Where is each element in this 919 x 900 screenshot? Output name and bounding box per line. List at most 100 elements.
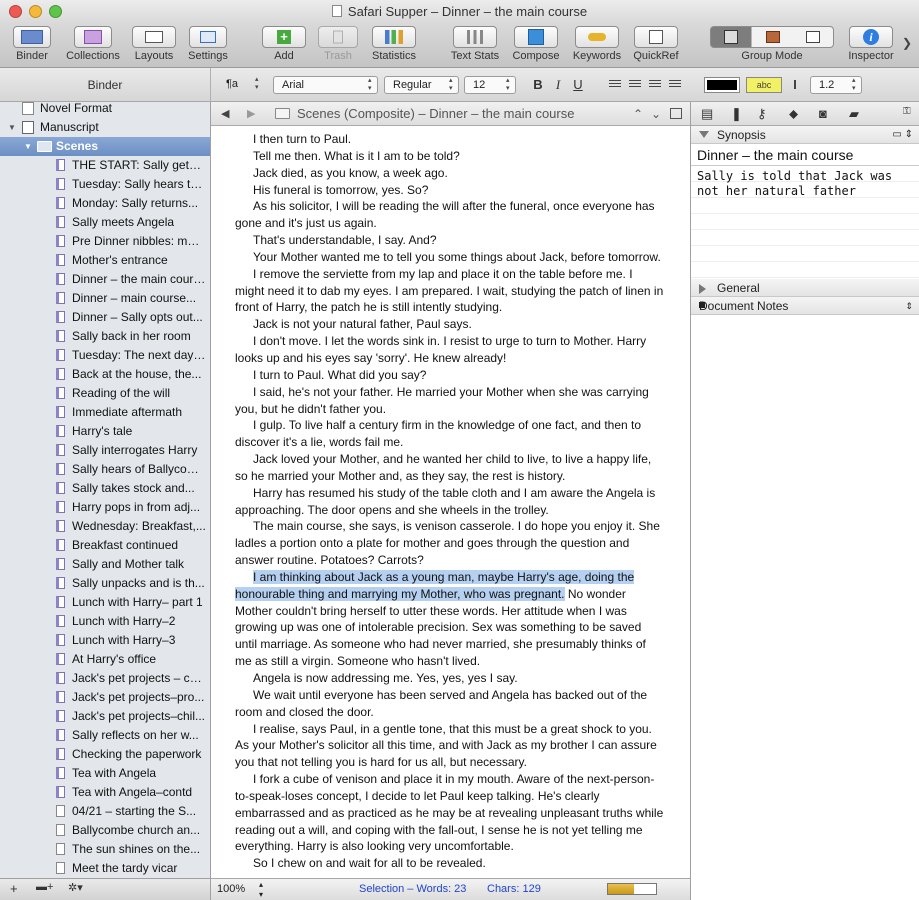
synopsis-mode-toggle[interactable]: ▭ ⇕: [892, 126, 913, 144]
split-editor-icon[interactable]: [670, 108, 682, 119]
group-mode-control[interactable]: Group Mode: [710, 26, 834, 62]
font-family-select[interactable]: Arial: [273, 76, 378, 94]
layouts-button[interactable]: Layouts: [130, 26, 178, 62]
binder-item[interactable]: Jack's pet projects–pro...: [0, 688, 210, 707]
binder-item[interactable]: THE START: Sally gets the...: [0, 156, 210, 175]
binder-item[interactable]: Novel Format: [0, 102, 210, 118]
underline-button[interactable]: U: [569, 76, 587, 94]
binder-item[interactable]: Tuesday: The next day:...: [0, 346, 210, 365]
bookmarks-tab-icon[interactable]: ❚: [731, 106, 742, 122]
editor-paragraph[interactable]: Tell me then. What is it I am to be told…: [235, 148, 665, 165]
editor-paragraph[interactable]: I remove the serviette from my lap and p…: [235, 266, 665, 317]
editor-paragraph[interactable]: I fork a cube of venison and place it in…: [235, 771, 665, 855]
text-editor[interactable]: I then turn to Paul. Tell me then. What i…: [211, 126, 690, 878]
keywords-button[interactable]: Keywords: [570, 26, 624, 62]
synopsis-title-field[interactable]: Dinner – the main course: [691, 144, 919, 166]
editor-paragraph[interactable]: The main course, she says, is venison ca…: [235, 518, 665, 569]
synopsis-section-header[interactable]: Synopsis ▭ ⇕: [691, 126, 919, 144]
binder-item[interactable]: At Harry's office: [0, 650, 210, 669]
binder-item[interactable]: Pre Dinner nibbles: meet...: [0, 232, 210, 251]
binder-item[interactable]: Immediate aftermath: [0, 403, 210, 422]
editor-paragraph[interactable]: I am thinking about Jack as a young man,…: [235, 569, 665, 670]
notes-tab-icon[interactable]: ▤: [701, 106, 713, 122]
editor-paragraph[interactable]: Your Mother wanted me to tell you some t…: [235, 249, 665, 266]
binder-item[interactable]: Harry pops in from adj...: [0, 498, 210, 517]
editor-paragraph[interactable]: I realise, says Paul, in a gentle tone, …: [235, 721, 665, 772]
document-notes-field[interactable]: [691, 315, 919, 900]
paragraph-style-select[interactable]: ¶a: [218, 76, 264, 94]
binder-item[interactable]: Monday: Sally returns...: [0, 194, 210, 213]
binder-item[interactable]: Lunch with Harry– part 1: [0, 593, 210, 612]
trash-button[interactable]: Trash: [316, 26, 360, 62]
editor-paragraph[interactable]: That's understandable, I say. And?: [235, 232, 665, 249]
add-button[interactable]: + Add: [262, 26, 306, 62]
binder-item[interactable]: Sally interrogates Harry: [0, 441, 210, 460]
add-folder-button[interactable]: ▬+: [36, 881, 53, 893]
editor-paragraph[interactable]: I turn to Paul. What did you say?: [235, 367, 665, 384]
editor-paragraph[interactable]: His funeral is tomorrow, yes. So?: [235, 182, 665, 199]
binder-item[interactable]: Sally reflects on her w...: [0, 726, 210, 745]
justify-button[interactable]: [666, 76, 684, 94]
down-arrow-icon[interactable]: ⌄: [651, 102, 661, 126]
binder-item[interactable]: Sally takes stock and...: [0, 479, 210, 498]
binder-item[interactable]: Checking the paperwork: [0, 745, 210, 764]
editor-paragraph[interactable]: I then turn to Paul.: [235, 131, 665, 148]
comments-icon[interactable]: ▰: [849, 106, 859, 122]
collections-button[interactable]: Collections: [62, 26, 124, 62]
binder-item[interactable]: Tuesday: Sally hears that...: [0, 175, 210, 194]
up-arrow-icon[interactable]: ⌃: [633, 102, 643, 126]
disclosure-triangle-icon[interactable]: ▼: [24, 137, 32, 156]
binder-item[interactable]: Sally unpacks and is th...: [0, 574, 210, 593]
snapshots-camera-icon[interactable]: ◙: [819, 106, 827, 121]
editor-paragraph[interactable]: Jack is not your natural father, Paul sa…: [235, 316, 665, 333]
text-stats-button[interactable]: Text Stats: [448, 26, 502, 62]
binder-item[interactable]: Dinner – main course...: [0, 289, 210, 308]
binder-item[interactable]: Wednesday: Breakfast,...: [0, 517, 210, 536]
editor-text[interactable]: I then turn to Paul. Tell me then. What i…: [235, 131, 665, 872]
italic-button[interactable]: I: [549, 76, 567, 94]
metadata-key-icon[interactable]: ⚷: [757, 106, 767, 122]
tag-icon[interactable]: ⬥: [789, 106, 798, 122]
binder-item[interactable]: Meet the tardy vicar: [0, 859, 210, 878]
binder-item[interactable]: Lunch with Harry–2: [0, 612, 210, 631]
statistics-button[interactable]: Statistics: [368, 26, 420, 62]
document-notes-header[interactable]: Document Notes ⇕: [691, 297, 919, 315]
editor-paragraph[interactable]: We wait until everyone has been served a…: [235, 687, 665, 721]
editor-paragraph[interactable]: Harry has resumed his study of the table…: [235, 485, 665, 519]
editor-paragraph[interactable]: Angela is now addressing me. Yes, yes, y…: [235, 670, 665, 687]
synopsis-text-field[interactable]: Sally is told that Jack was not her natu…: [691, 166, 919, 286]
editor-paragraph[interactable]: I said, he's not your father. He married…: [235, 384, 665, 418]
toolbar-overflow-icon[interactable]: ❯: [902, 36, 912, 50]
binder-item[interactable]: Sally and Mother talk: [0, 555, 210, 574]
align-left-button[interactable]: [606, 76, 624, 94]
editor-paragraph[interactable]: Jack died, as you know, a week ago.: [235, 165, 665, 182]
align-center-button[interactable]: [626, 76, 644, 94]
binder-item[interactable]: Dinner – the main course: [0, 270, 210, 289]
binder-item[interactable]: Back at the house, the...: [0, 365, 210, 384]
binder-item[interactable]: Sally hears of Ballycom...: [0, 460, 210, 479]
binder-item[interactable]: ▼ Scenes: [0, 137, 210, 156]
forward-arrow-icon[interactable]: ▶: [247, 102, 255, 126]
align-right-button[interactable]: [646, 76, 664, 94]
binder-item[interactable]: Harry's tale: [0, 422, 210, 441]
binder-item[interactable]: Jack's pet projects–chil...: [0, 707, 210, 726]
editor-paragraph[interactable]: I don't move. I let the words sink in. I…: [235, 333, 665, 367]
binder-item[interactable]: Dinner – Sally opts out...: [0, 308, 210, 327]
settings-button[interactable]: Settings: [184, 26, 232, 62]
inspector-button[interactable]: i Inspector: [846, 26, 896, 62]
binder-gear-button[interactable]: ✲▾: [68, 881, 83, 894]
binder-item[interactable]: Lunch with Harry–3: [0, 631, 210, 650]
lock-icon[interactable]: ⚿: [903, 106, 911, 117]
close-window-button[interactable]: [9, 5, 22, 18]
editor-paragraph[interactable]: I gulp. To live half a century firm in t…: [235, 417, 665, 451]
binder-item[interactable]: Sally back in her room: [0, 327, 210, 346]
binder-item[interactable]: Tea with Angela: [0, 764, 210, 783]
general-section-header[interactable]: General: [691, 279, 919, 297]
binder-item[interactable]: Jack's pet projects – co...: [0, 669, 210, 688]
highlight-color-well[interactable]: abc: [746, 77, 782, 93]
editor-paragraph[interactable]: So I chew on and wait for all to be reve…: [235, 855, 665, 872]
zoom-window-button[interactable]: [49, 5, 62, 18]
disclosure-triangle-icon[interactable]: ▼: [8, 118, 16, 137]
binder-item[interactable]: Mother's entrance: [0, 251, 210, 270]
zoom-select[interactable]: 100% ▴ ▾: [217, 879, 263, 899]
